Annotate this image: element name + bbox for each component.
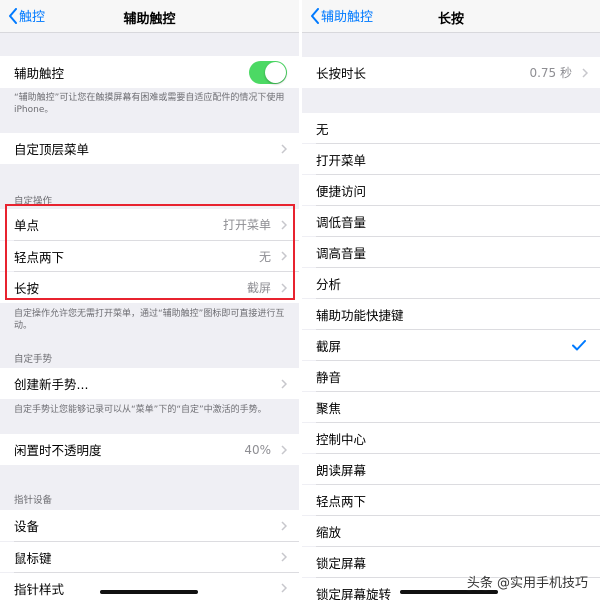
option-label: 辅助功能快捷键	[316, 307, 404, 323]
pointer-item-mouse-keys[interactable]: 鼠标键	[0, 542, 299, 572]
idle-opacity-value: 40%	[244, 442, 271, 457]
long-press-screen: 辅助触控 长按 长按时长 0.75 秒 无打开菜单便捷访问调低音量调高音量分析辅…	[302, 0, 600, 600]
option-row[interactable]: 调高音量	[302, 237, 600, 267]
assistive-touch-label: 辅助触控	[14, 65, 65, 81]
chevron-right-icon	[281, 552, 287, 562]
option-label: 便捷访问	[316, 183, 367, 199]
custom-gestures-header: 自定手势	[14, 354, 53, 365]
nav-bar: 触控 辅助触控	[0, 0, 299, 33]
option-row[interactable]: 辅助功能快捷键	[302, 299, 600, 329]
assistive-touch-note: “辅助触控”可让您在触摸屏幕有困难或需要自适应配件的情况下使用iPhone。	[14, 93, 285, 115]
watermark: 头条 @实用手机技巧	[466, 576, 588, 591]
pointer-devices-header: 指针设备	[14, 495, 53, 506]
option-label: 轻点两下	[316, 493, 367, 509]
pointer-item-pointer-style[interactable]: 指针样式	[0, 573, 299, 600]
checkmark-icon	[572, 339, 586, 350]
option-label: 截屏	[316, 338, 342, 354]
option-label: 朗读屏幕	[316, 462, 367, 478]
option-row[interactable]: 控制中心	[302, 423, 600, 453]
pointer-item-label: 鼠标键	[14, 550, 52, 566]
assistive-touch-toggle[interactable]	[249, 60, 287, 84]
nav-bar: 辅助触控 长按	[302, 0, 600, 33]
option-label: 锁定屏幕	[316, 555, 367, 571]
option-label: 调低音量	[316, 214, 367, 230]
custom-top-menu-label: 自定顶层菜单	[14, 142, 90, 157]
option-label: 缩放	[316, 524, 342, 540]
option-label: 聚焦	[316, 400, 342, 416]
option-row[interactable]: 静音	[302, 361, 600, 391]
chevron-right-icon	[281, 378, 287, 389]
option-label: 控制中心	[316, 431, 367, 447]
idle-opacity-label: 闲置时不透明度	[14, 443, 102, 458]
chevron-right-icon	[281, 583, 287, 593]
option-row[interactable]: 调低音量	[302, 206, 600, 236]
option-row[interactable]: 无	[302, 113, 600, 143]
option-row[interactable]: 缩放	[302, 516, 600, 546]
option-label: 静音	[316, 369, 342, 385]
pointer-item-devices[interactable]: 设备	[0, 510, 299, 541]
assistive-touch-row: 辅助触控	[0, 56, 299, 88]
custom-top-menu-row[interactable]: 自定顶层菜单	[0, 133, 299, 164]
option-label: 锁定屏幕旋转	[316, 586, 392, 600]
option-label: 打开菜单	[316, 152, 367, 168]
option-label: 分析	[316, 276, 342, 292]
assistive-touch-screen: 触控 辅助触控 辅助触控 “辅助触控”可让您在触摸屏幕有困难或需要自适应配件的情…	[0, 0, 299, 600]
pointer-item-label: 指针样式	[14, 581, 65, 597]
home-indicator	[100, 590, 198, 594]
toggle-knob	[265, 61, 286, 83]
create-gesture-row[interactable]: 创建新手势...	[0, 368, 299, 399]
duration-label: 长按时长	[316, 66, 367, 81]
chevron-right-icon	[582, 67, 588, 78]
page-title: 辅助触控	[123, 12, 176, 27]
chevron-right-icon	[281, 444, 287, 455]
create-gesture-label: 创建新手势...	[14, 377, 89, 392]
chevron-right-icon	[281, 143, 287, 154]
long-press-duration-row[interactable]: 长按时长 0.75 秒	[302, 57, 600, 88]
page-title: 长按	[437, 12, 464, 27]
option-row[interactable]: 朗读屏幕	[302, 454, 600, 484]
pointer-item-label: 设备	[14, 519, 40, 534]
option-label: 调高音量	[316, 245, 367, 261]
custom-gestures-note: 自定手势让您能够记录可以从“菜单”下的“自定”中激活的手势。	[14, 405, 267, 415]
option-row[interactable]: 轻点两下	[302, 485, 600, 515]
option-label: 无	[316, 121, 329, 137]
highlight-box	[5, 204, 295, 300]
idle-opacity-row[interactable]: 闲置时不透明度 40%	[0, 434, 299, 465]
option-row[interactable]: 分析	[302, 268, 600, 298]
option-row[interactable]: 截屏	[302, 330, 600, 360]
custom-actions-note: 自定操作允许您无需打开菜单，通过“辅助触控”图标即可直接进行互动。	[14, 309, 285, 331]
option-row[interactable]: 便捷访问	[302, 175, 600, 205]
chevron-right-icon	[281, 520, 287, 531]
duration-value: 0.75 秒	[529, 66, 572, 80]
option-row[interactable]: 聚焦	[302, 392, 600, 422]
option-row[interactable]: 打开菜单	[302, 144, 600, 174]
